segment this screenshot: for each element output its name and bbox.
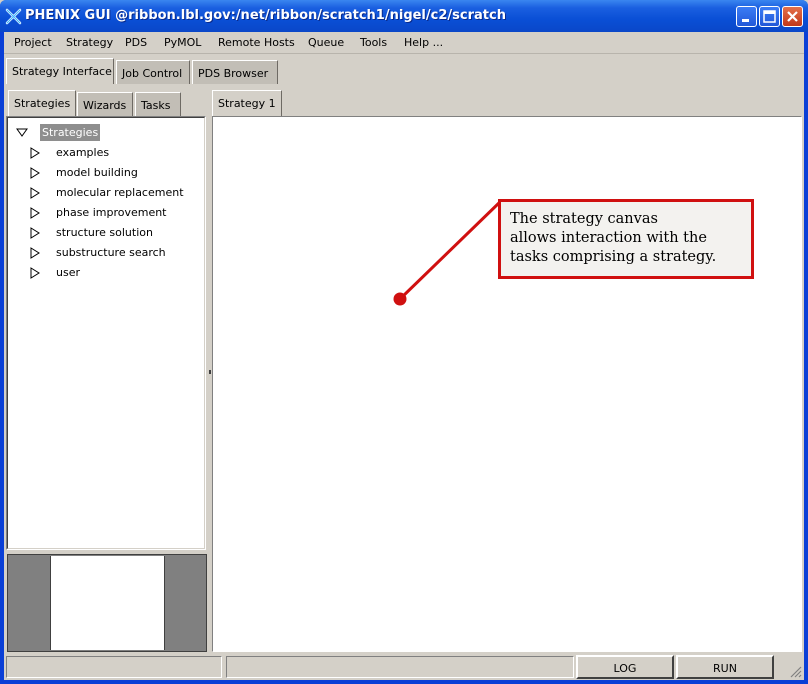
strategy-canvas[interactable]: The strategy canvas allows interaction w… <box>212 116 802 652</box>
close-button[interactable] <box>782 6 803 27</box>
menu-tools[interactable]: Tools <box>360 36 387 49</box>
tab-strategy-interface[interactable]: Strategy Interface <box>6 58 114 84</box>
resize-grip-icon[interactable] <box>788 664 802 678</box>
window-title: PHENIX GUI @ribbon.lbl.gov:/net/ribbon/s… <box>25 8 506 23</box>
maximize-icon <box>763 10 776 23</box>
tab-pds-browser[interactable]: PDS Browser <box>192 60 278 84</box>
canvas-overview[interactable] <box>7 554 207 652</box>
tree-item-label: substructure search <box>56 246 166 259</box>
tab-tasks[interactable]: Tasks <box>135 92 181 116</box>
tree-collapsed-icon[interactable] <box>30 227 40 239</box>
menu-pds[interactable]: PDS <box>125 36 147 49</box>
minimize-icon <box>742 19 749 22</box>
tree-item-label: structure solution <box>56 226 153 239</box>
tree-item-label: model building <box>56 166 138 179</box>
tree-item-label: examples <box>56 146 110 159</box>
maximize-button[interactable] <box>759 6 780 27</box>
log-button[interactable]: LOG <box>576 655 674 679</box>
tree-collapsed-icon[interactable] <box>30 267 40 279</box>
strategy-tree: Strategies examples model building molec… <box>7 117 205 549</box>
tree-expanded-icon[interactable] <box>16 128 28 137</box>
menu-help[interactable]: Help ... <box>404 36 443 49</box>
annotation-callout: The strategy canvas allows interaction w… <box>498 199 754 279</box>
tab-strategies[interactable]: Strategies <box>8 90 76 116</box>
phenix-logo-icon <box>5 8 22 25</box>
status-field-middle <box>226 656 574 678</box>
tree-collapsed-icon[interactable] <box>30 207 40 219</box>
tab-wizards[interactable]: Wizards <box>77 92 133 116</box>
tree-collapsed-icon[interactable] <box>30 187 40 199</box>
menu-bar: Project Strategy PDS PyMOL Remote Hosts … <box>4 32 804 54</box>
strategy-tree-panel: Strategies examples model building molec… <box>6 116 206 550</box>
menu-strategy[interactable]: Strategy <box>66 36 113 49</box>
splitter-grip <box>209 370 211 374</box>
close-icon <box>787 11 798 22</box>
minimize-button[interactable] <box>736 6 757 27</box>
tree-item-label: user <box>56 266 80 279</box>
tree-collapsed-icon[interactable] <box>30 147 40 159</box>
overview-viewport[interactable] <box>50 556 165 650</box>
tree-root-label[interactable]: Strategies <box>40 124 101 141</box>
client-area: Project Strategy PDS PyMOL Remote Hosts … <box>4 32 804 680</box>
tab-job-control[interactable]: Job Control <box>116 60 190 84</box>
menu-project[interactable]: Project <box>14 36 52 49</box>
menu-remote-hosts[interactable]: Remote Hosts <box>218 36 295 49</box>
tree-item-label: molecular replacement <box>56 186 184 199</box>
status-field-left <box>6 656 222 678</box>
tree-item-label: phase improvement <box>56 206 167 219</box>
tree-collapsed-icon[interactable] <box>30 167 40 179</box>
title-bar[interactable]: PHENIX GUI @ribbon.lbl.gov:/net/ribbon/s… <box>0 0 808 32</box>
app-window: PHENIX GUI @ribbon.lbl.gov:/net/ribbon/s… <box>0 0 808 684</box>
menu-pymol[interactable]: PyMOL <box>164 36 201 49</box>
tree-collapsed-icon[interactable] <box>30 247 40 259</box>
callout-pointer <box>393 199 503 306</box>
tab-strategy-1[interactable]: Strategy 1 <box>212 90 282 116</box>
menu-queue[interactable]: Queue <box>308 36 344 49</box>
run-button[interactable]: RUN <box>676 655 774 679</box>
callout-text: The strategy canvas allows interaction w… <box>510 211 717 265</box>
